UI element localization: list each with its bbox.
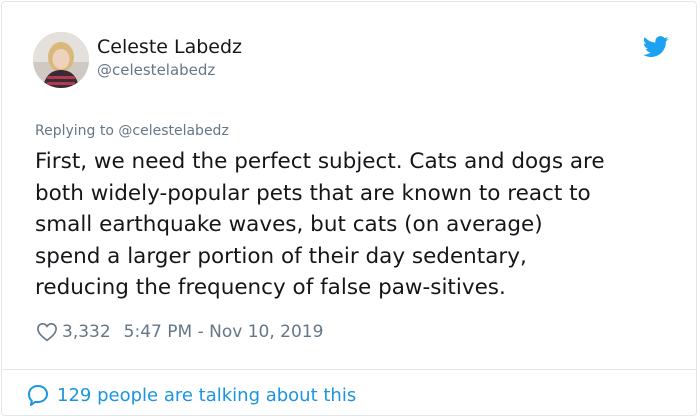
twitter-bird-icon[interactable] — [643, 36, 669, 58]
tweet-meta: 3,332 5:47 PM - Nov 10, 2019 — [36, 320, 323, 344]
tweet-text: First, we need the perfect subject. Cats… — [35, 146, 685, 304]
tweet-text-line: reducing the frequency of false paw-siti… — [35, 275, 506, 300]
timestamp[interactable]: 5:47 PM - Nov 10, 2019 — [124, 322, 324, 342]
like-count[interactable]: 3,332 — [62, 322, 111, 342]
heart-outline-icon[interactable] — [36, 322, 58, 342]
speech-bubble-icon — [28, 385, 48, 406]
tweet-text-line: spend a larger portion of their day sede… — [35, 243, 527, 269]
replying-to[interactable]: Replying to @celestelabedz — [35, 121, 229, 141]
conversation-link[interactable]: 129 people are talking about this — [26, 383, 356, 407]
tweet-text-line: both widely-popular pets that are known … — [35, 180, 591, 206]
tweet-text-line: small earthquake waves, but cats (on ave… — [35, 212, 543, 237]
conversation-label[interactable]: 129 people are talking about this — [57, 385, 356, 406]
tweet-card: Celeste Labedz @celestelabedz Replying t… — [1, 1, 697, 416]
divider — [2, 369, 696, 370]
avatar[interactable] — [33, 32, 89, 88]
author-name[interactable]: Celeste Labedz — [97, 35, 242, 59]
author-handle[interactable]: @celestelabedz — [97, 60, 215, 80]
tweet-text-line: First, we need the perfect subject. Cats… — [35, 149, 605, 174]
avatar-photo — [33, 32, 89, 88]
